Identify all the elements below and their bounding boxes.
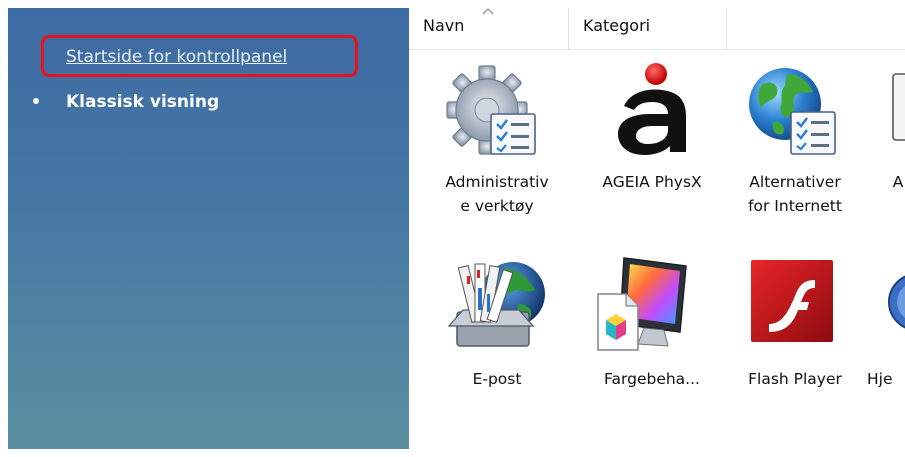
partial-icon [892, 73, 905, 141]
ageia-physx-icon [618, 63, 686, 155]
item-label: A [892, 173, 904, 191]
help-icon [888, 275, 905, 329]
column-name-label: Navn [423, 16, 465, 35]
classic-view-label: Klassisk visning [66, 92, 220, 112]
item-partial[interactable]: A [871, 50, 905, 240]
bullet-icon [33, 98, 39, 104]
item-label: Fargebeha... [604, 370, 700, 388]
item-label: Alternativer for Internett [748, 173, 842, 215]
item-administrative-tools[interactable]: Administrativ e verktøy [417, 50, 577, 240]
item-flash-player[interactable]: Flash Player [715, 248, 875, 408]
item-label: Flash Player [748, 370, 842, 388]
column-name[interactable]: Navn [409, 8, 569, 49]
column-empty [727, 8, 905, 49]
sort-ascending-icon [482, 8, 494, 15]
column-category[interactable]: Kategori [569, 8, 727, 49]
internet-options-icon [749, 68, 836, 155]
email-icon [447, 262, 545, 347]
item-internet-options[interactable]: Alternativer for Internett [715, 50, 875, 240]
item-label: Hje [867, 370, 893, 388]
item-label: AGEIA PhysX [602, 173, 702, 191]
item-label: E-post [472, 370, 522, 388]
item-color-management[interactable]: Fargebeha... [572, 248, 732, 408]
flash-player-icon [751, 260, 833, 342]
control-panel-items: Administrativ e verktøy AGEIA PhysX Alte… [409, 50, 905, 449]
item-help[interactable]: Hje [867, 248, 905, 408]
item-email[interactable]: E-post [417, 248, 577, 408]
column-category-label: Kategori [583, 16, 651, 35]
color-management-icon [597, 257, 687, 351]
item-label: Administrativ e verktøy [445, 173, 549, 215]
control-panel-home-link[interactable]: Startside for kontrollpanel [66, 47, 287, 67]
column-header: Navn Kategori [409, 8, 905, 50]
item-ageia-physx[interactable]: AGEIA PhysX [572, 50, 732, 240]
admin-tools-icon [446, 65, 536, 155]
